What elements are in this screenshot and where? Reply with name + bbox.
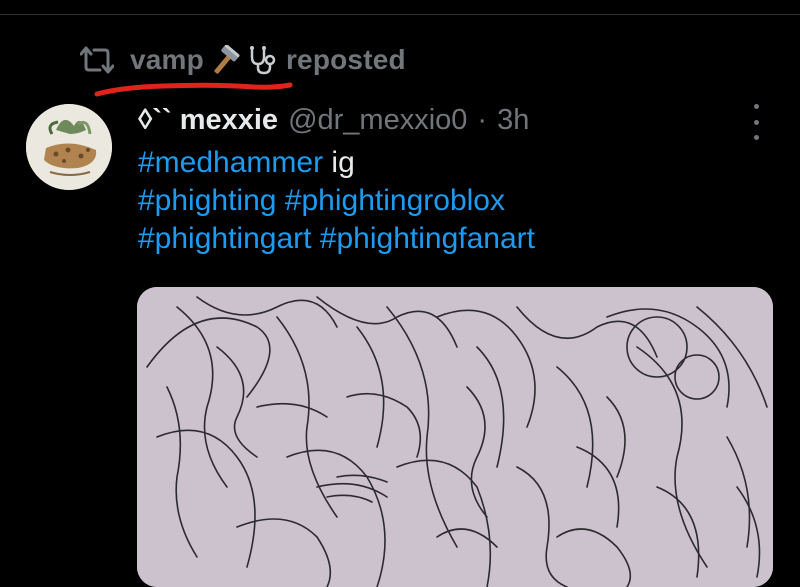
- sketch-artwork-image: [137, 287, 773, 587]
- author-handle[interactable]: @dr_mexxio0: [288, 104, 467, 137]
- author-avatar[interactable]: [26, 104, 112, 190]
- top-divider: [0, 14, 800, 15]
- post-media-image[interactable]: [137, 287, 773, 587]
- reposter-name[interactable]: vamp: [130, 44, 204, 76]
- repost-icon: [80, 46, 114, 74]
- more-dot: [753, 104, 759, 109]
- repost-text[interactable]: vamp reposted: [130, 44, 406, 76]
- red-underline-annotation: [94, 82, 293, 97]
- hashtag-link[interactable]: #phightingart: [138, 222, 311, 255]
- hashtag-link[interactable]: #phighting: [138, 184, 276, 217]
- post-header: ◊`` mexxie @dr_mexxio0 · 3h: [138, 100, 529, 140]
- author-display-name[interactable]: ◊`` mexxie: [138, 104, 278, 137]
- post-line-2: #phighting #phightingroblox: [138, 182, 778, 220]
- more-dot: [753, 135, 759, 140]
- hashtag-link[interactable]: #medhammer: [138, 146, 323, 179]
- hammer-icon: [214, 45, 240, 74]
- more-options-icon[interactable]: [744, 104, 768, 140]
- reposted-label: reposted: [285, 44, 406, 75]
- post-text-span: ig: [323, 146, 355, 179]
- more-dot: [753, 119, 759, 125]
- hashtag-link[interactable]: #phightingfanart: [320, 222, 535, 255]
- post-text: #medhammer ig #phighting #phightingroblo…: [138, 144, 778, 258]
- post-timestamp[interactable]: 3h: [497, 104, 529, 137]
- hashtag-link[interactable]: #phightingroblox: [285, 184, 505, 217]
- stethoscope-icon: [249, 46, 276, 75]
- header-separator: ·: [477, 103, 488, 136]
- repost-context[interactable]: vamp reposted: [80, 40, 406, 80]
- post-line-1: #medhammer ig: [138, 144, 778, 182]
- post-line-3: #phightingart #phightingfanart: [138, 220, 778, 258]
